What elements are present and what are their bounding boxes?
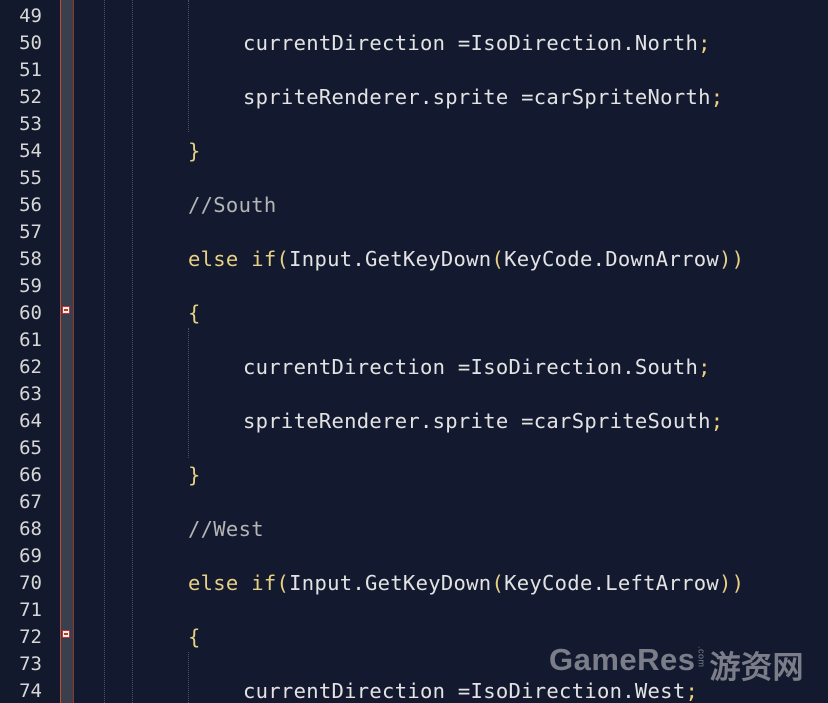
line-number: 51	[19, 59, 42, 81]
line-number: 52	[19, 86, 42, 108]
line-number: 71	[19, 599, 42, 621]
code-text: //South	[188, 194, 277, 216]
code-token: currentDirection =IsoDirection.South	[243, 355, 699, 379]
code-token: ;	[710, 409, 724, 433]
fold-collapse-icon[interactable]	[62, 306, 70, 314]
line-number: 67	[19, 491, 42, 513]
code-editor[interactable]: 49 50 currentDirection =IsoDirection.North…	[0, 0, 828, 703]
code-token: ;	[698, 31, 711, 55]
code-text: else if(Input.GetKeyDown(KeyCode.DownArr…	[188, 248, 744, 270]
watermark-cn: 游资网	[709, 650, 804, 685]
code-line[interactable]: 52 spriteRenderer.sprite =carSpriteNorth;	[0, 83, 828, 110]
code-line[interactable]: 49	[0, 2, 828, 29]
line-number: 61	[19, 329, 42, 351]
watermark-logo: GameRes .com 游资网	[549, 642, 804, 687]
code-line[interactable]: 64 spriteRenderer.sprite =carSpriteSouth;	[0, 407, 828, 434]
line-number: 73	[19, 653, 42, 675]
code-token: (	[276, 571, 290, 595]
code-line[interactable]: 62 currentDirection =IsoDirection.South;	[0, 353, 828, 380]
code-line[interactable]: 61	[0, 326, 828, 353]
code-line[interactable]: 50 currentDirection =IsoDirection.North;	[0, 29, 828, 56]
code-line[interactable]: 71	[0, 596, 828, 623]
code-token: //South	[188, 193, 277, 217]
code-text: spriteRenderer.sprite =carSpriteSouth;	[243, 410, 723, 432]
code-text: {	[188, 626, 201, 648]
line-number: 69	[19, 545, 42, 567]
line-number: 62	[19, 356, 42, 378]
line-number: 57	[19, 221, 42, 243]
code-line[interactable]: 57	[0, 218, 828, 245]
code-token: {	[188, 625, 201, 649]
watermark-brand: GameRes	[548, 642, 696, 677]
code-token: ))	[719, 571, 745, 595]
code-token: currentDirection =IsoDirection.North	[243, 31, 699, 55]
code-line[interactable]: 68 //West	[0, 515, 828, 542]
fold-collapse-icon[interactable]	[62, 630, 70, 638]
line-number: 56	[19, 194, 42, 216]
code-line[interactable]: 56 //South	[0, 191, 828, 218]
code-token: ;	[710, 85, 724, 109]
code-token: (	[491, 571, 505, 595]
code-token: //West	[188, 517, 264, 541]
code-text: else if(Input.GetKeyDown(KeyCode.LeftArr…	[188, 572, 744, 594]
code-text: spriteRenderer.sprite =carSpriteNorth;	[243, 86, 723, 108]
code-line[interactable]: 54}	[0, 137, 828, 164]
line-number: 59	[19, 275, 42, 297]
code-token: }	[188, 139, 201, 163]
code-line[interactable]: 70 else if(Input.GetKeyDown(KeyCode.LeftA…	[0, 569, 828, 596]
code-text: }	[188, 140, 201, 162]
line-number: 72	[19, 626, 42, 648]
line-number: 53	[19, 113, 42, 135]
code-token: ))	[719, 247, 745, 271]
watermark-domain: .com	[696, 646, 707, 668]
line-number: 63	[19, 383, 42, 405]
code-token: KeyCode.LeftArrow	[504, 571, 720, 595]
code-line[interactable]: 51	[0, 56, 828, 83]
line-number: 50	[19, 32, 42, 54]
code-text: //West	[188, 518, 264, 540]
code-token: {	[188, 301, 201, 325]
line-number: 68	[19, 518, 42, 540]
code-token: KeyCode.DownArrow	[504, 247, 720, 271]
code-token: }	[188, 463, 201, 487]
code-token: else if	[188, 571, 277, 595]
line-number: 64	[19, 410, 42, 432]
code-text: currentDirection =IsoDirection.North;	[243, 32, 711, 54]
line-number: 49	[19, 5, 42, 27]
code-token: spriteRenderer.sprite =carSpriteNorth	[243, 85, 711, 109]
code-token: spriteRenderer.sprite =carSpriteSouth	[243, 409, 711, 433]
code-token: (	[491, 247, 505, 271]
code-line[interactable]: 69	[0, 542, 828, 569]
line-number: 70	[19, 572, 42, 594]
code-line[interactable]: 55	[0, 164, 828, 191]
code-token: else if	[188, 247, 277, 271]
code-line[interactable]: 59	[0, 272, 828, 299]
code-token: Input.GetKeyDown	[289, 247, 492, 271]
line-number: 66	[19, 464, 42, 486]
line-number: 65	[19, 437, 42, 459]
line-number: 58	[19, 248, 42, 270]
code-line[interactable]: 60 {	[0, 299, 828, 326]
code-line[interactable]: 65	[0, 434, 828, 461]
code-text: {	[188, 302, 201, 324]
code-line[interactable]: 63	[0, 380, 828, 407]
code-token: Input.GetKeyDown	[289, 571, 492, 595]
code-token: (	[276, 247, 290, 271]
code-line[interactable]: 67	[0, 488, 828, 515]
code-token: ;	[698, 355, 711, 379]
code-line[interactable]: 53	[0, 110, 828, 137]
line-number: 74	[19, 680, 42, 702]
code-text: currentDirection =IsoDirection.South;	[243, 356, 711, 378]
line-number: 54	[19, 140, 42, 162]
line-number: 60	[19, 302, 42, 324]
code-line[interactable]: 66}	[0, 461, 828, 488]
code-text: }	[188, 464, 201, 486]
code-line[interactable]: 58 else if(Input.GetKeyDown(KeyCode.DownA…	[0, 245, 828, 272]
line-number: 55	[19, 167, 42, 189]
